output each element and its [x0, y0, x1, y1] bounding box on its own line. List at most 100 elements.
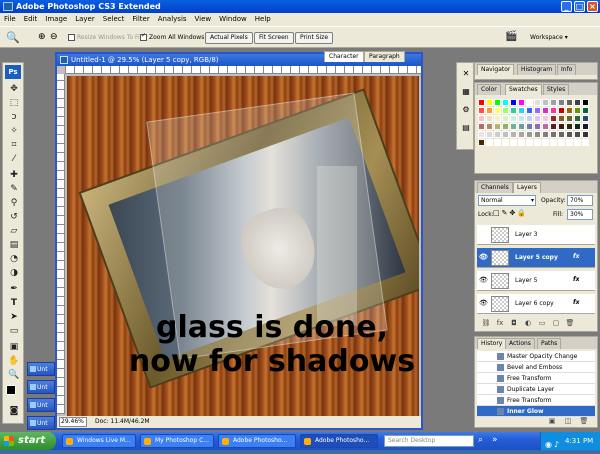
color-swatch[interactable] — [526, 123, 533, 130]
color-swatch[interactable] — [534, 107, 541, 114]
new-snapshot-icon[interactable]: ◫ — [563, 417, 573, 426]
tab-navigator[interactable]: Navigator — [477, 64, 515, 75]
color-swatch[interactable] — [550, 115, 557, 122]
history-state[interactable]: Free Transform — [477, 395, 595, 406]
shape-tool-icon[interactable]: ▭ — [8, 325, 20, 337]
layer-style-icon[interactable]: fx — [495, 319, 505, 328]
color-swatch[interactable] — [478, 107, 485, 114]
layer-effects-icon[interactable]: fx — [573, 299, 579, 306]
color-swatch[interactable] — [526, 107, 533, 114]
visibility-eye-icon[interactable]: 👁 — [479, 253, 488, 261]
color-swatch[interactable] — [534, 99, 541, 106]
color-swatch[interactable] — [510, 139, 517, 146]
zoom-all-checkbox[interactable] — [140, 34, 147, 41]
color-swatch[interactable] — [518, 107, 525, 114]
path-selection-tool-icon[interactable]: ➤ — [8, 311, 20, 323]
color-swatch[interactable] — [558, 123, 565, 130]
gradient-tool-icon[interactable]: ▤ — [8, 239, 20, 251]
menu-edit[interactable]: Edit — [20, 15, 42, 23]
color-swatch[interactable] — [582, 99, 589, 106]
color-swatch[interactable] — [574, 99, 581, 106]
tab-paths[interactable]: Paths — [537, 338, 562, 349]
color-swatch[interactable] — [550, 123, 557, 130]
opacity-field[interactable]: 70% — [567, 195, 593, 206]
lasso-tool-icon[interactable]: ↄ — [8, 111, 20, 123]
color-swatch[interactable] — [550, 131, 557, 138]
fit-screen-button[interactable]: Fit Screen — [254, 32, 294, 44]
color-swatch[interactable] — [494, 99, 501, 106]
brush-tool-icon[interactable]: ✎ — [8, 183, 20, 195]
foreground-color-swatch[interactable] — [6, 385, 16, 395]
color-swatch[interactable] — [502, 107, 509, 114]
new-layer-icon[interactable]: ▢ — [551, 319, 561, 328]
menu-file[interactable]: File — [0, 15, 20, 23]
menu-window[interactable]: Window — [215, 15, 251, 23]
minimized-doc-4[interactable]: Unt — [27, 416, 55, 430]
color-swatch[interactable] — [574, 139, 581, 146]
color-swatch[interactable] — [566, 107, 573, 114]
tab-character[interactable]: Character — [324, 51, 364, 62]
eraser-tool-icon[interactable]: ▱ — [8, 225, 20, 237]
tab-channels[interactable]: Channels — [477, 182, 513, 193]
layer-row[interactable]: 👁 Layer 5 fx — [477, 271, 595, 291]
color-swatch[interactable] — [494, 115, 501, 122]
color-swatch[interactable] — [566, 115, 573, 122]
menu-help[interactable]: Help — [251, 15, 275, 23]
color-swatch[interactable] — [558, 115, 565, 122]
color-swatch[interactable] — [550, 107, 557, 114]
new-document-from-state-icon[interactable]: ▣ — [547, 417, 557, 426]
task-adobe-photoshop-1[interactable]: Adobe Photosho... — [218, 434, 296, 448]
history-brush-tool-icon[interactable]: ↺ — [8, 211, 20, 223]
layer-row[interactable]: 👁 Layer 5 copy fx — [477, 248, 595, 268]
color-swatch[interactable] — [550, 99, 557, 106]
tab-swatches[interactable]: Swatches — [505, 84, 542, 95]
color-swatch[interactable] — [502, 131, 509, 138]
delete-layer-icon[interactable]: 🗑 — [565, 319, 575, 328]
color-swatch[interactable] — [518, 115, 525, 122]
color-swatch[interactable] — [518, 131, 525, 138]
color-swatch[interactable] — [526, 115, 533, 122]
color-swatch[interactable] — [478, 99, 485, 106]
blur-tool-icon[interactable]: ◔ — [8, 253, 20, 265]
menu-layer[interactable]: Layer — [71, 15, 99, 23]
task-adobe-photoshop-2[interactable]: Adobe Photosho... — [300, 434, 378, 448]
color-swatch[interactable] — [534, 131, 541, 138]
color-swatch[interactable] — [542, 123, 549, 130]
history-state[interactable]: Master Opacity Change — [477, 351, 595, 362]
zoom-all-option[interactable]: Zoom All Windows — [140, 34, 204, 41]
color-swatch[interactable] — [526, 99, 533, 106]
dodge-tool-icon[interactable]: ◑ — [8, 267, 20, 279]
lock-icons[interactable]: □✎✥🔒 — [493, 209, 528, 217]
color-swatch[interactable] — [510, 115, 517, 122]
task-my-photoshop[interactable]: My Photoshop C... — [140, 434, 214, 448]
eyedropper-tool-icon[interactable]: ⁄ — [8, 153, 20, 165]
hand-tool-icon[interactable]: ✋ — [8, 355, 20, 367]
color-swatch[interactable] — [534, 115, 541, 122]
color-swatch[interactable] — [574, 115, 581, 122]
canvas[interactable]: glass is done, now for shadows — [67, 76, 419, 416]
volume-icon[interactable]: ♪ — [554, 436, 559, 454]
color-swatch[interactable] — [502, 99, 509, 106]
print-size-button[interactable]: Print Size — [295, 32, 334, 44]
color-swatch[interactable] — [510, 107, 517, 114]
bridge-icon[interactable]: 🎬 — [505, 31, 517, 42]
color-swatch[interactable] — [518, 99, 525, 106]
color-swatch[interactable] — [502, 115, 509, 122]
resize-windows-checkbox[interactable] — [68, 34, 75, 41]
tab-layers[interactable]: Layers — [513, 182, 541, 193]
minimized-doc-1[interactable]: Unt — [27, 362, 55, 376]
visibility-eye-icon[interactable]: 👁 — [479, 299, 488, 307]
color-swatch[interactable] — [582, 123, 589, 130]
color-swatch[interactable] — [510, 131, 517, 138]
maximize-button[interactable]: □ — [574, 1, 585, 12]
menu-image[interactable]: Image — [41, 15, 71, 23]
color-swatch[interactable] — [478, 139, 485, 146]
tab-histogram[interactable]: Histogram — [517, 64, 557, 75]
color-swatch[interactable] — [566, 139, 573, 146]
color-swatch[interactable] — [526, 139, 533, 146]
delete-state-icon[interactable]: 🗑 — [579, 417, 589, 426]
color-swatch[interactable] — [526, 131, 533, 138]
color-swatch[interactable] — [566, 99, 573, 106]
color-swatch[interactable] — [494, 139, 501, 146]
color-swatch[interactable] — [574, 107, 581, 114]
